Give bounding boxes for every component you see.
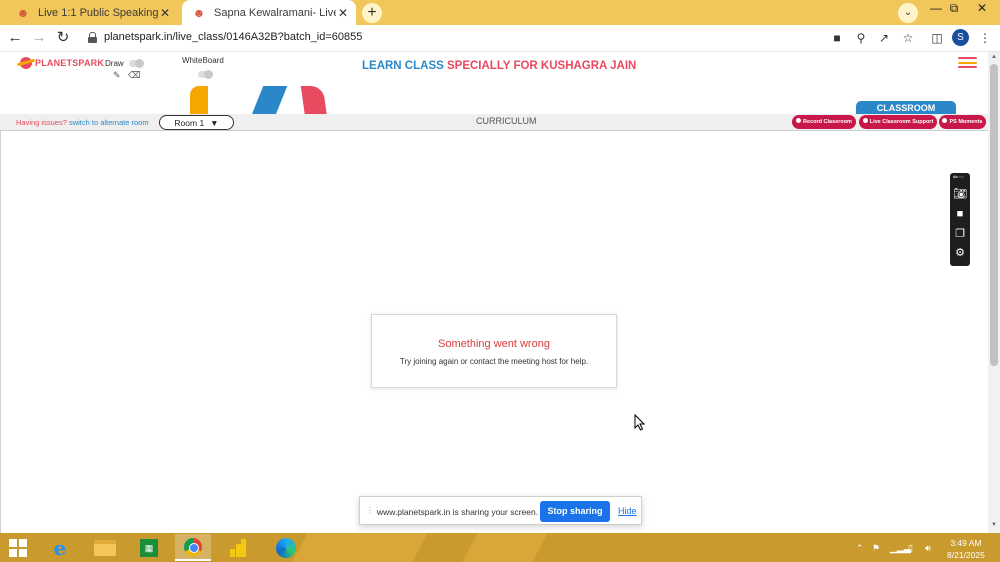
scrollbar-thumb[interactable] <box>990 64 998 366</box>
file-explorer-icon[interactable] <box>87 534 123 561</box>
record-icon <box>796 118 802 124</box>
error-message: Try joining again or contact the meeting… <box>399 357 589 366</box>
tab-curriculum[interactable]: CURRICULUM <box>476 116 537 126</box>
bookmark-star-icon[interactable]: ☆ <box>900 30 916 46</box>
minimize-icon[interactable]: — <box>926 1 946 15</box>
browser-toolbar: ← → ↻ planetspark.in/live_class/0146A32B… <box>0 25 1000 52</box>
ps-moments-label: PS Moments <box>949 119 983 125</box>
browser-tab-public-speaking[interactable]: ☻ Live 1:1 Public Speaking & Creati ✕ <box>6 0 178 25</box>
close-tab-icon[interactable]: ✕ <box>336 6 350 20</box>
lock-icon[interactable] <box>88 32 97 43</box>
decorative-arc-yellow <box>190 86 208 114</box>
stop-sharing-button[interactable]: Stop sharing <box>540 501 610 522</box>
chrome-menu-icon[interactable]: ⋮ <box>977 30 993 46</box>
back-arrow-icon[interactable]: ← <box>6 29 24 47</box>
switch-room-link[interactable]: switch to alternate room <box>69 118 149 127</box>
tab-title: Sapna Kewalramani- Live Class | L <box>214 6 336 19</box>
whiteboard-toggle[interactable] <box>198 70 213 79</box>
browser-tabstrip: ☻ Live 1:1 Public Speaking & Creati ✕ ☻ … <box>0 0 1000 25</box>
video-camera-icon[interactable]: ■ <box>953 208 967 221</box>
taskbar-clock[interactable]: 3:49 AM 8/21/2025 <box>947 537 985 561</box>
screens-icon[interactable]: ❐ <box>953 228 967 241</box>
zoom-search-icon[interactable]: ⚲ <box>853 30 869 46</box>
record-classroom-button[interactable]: Record Classroom <box>792 115 856 129</box>
eraser-icon[interactable]: ⌫ <box>128 70 141 81</box>
meeting-side-toolbar: ✏⋯ 📷︎ ■ ❐ ⚙︎ <box>950 173 970 266</box>
ps-moments-button[interactable]: PS Moments <box>939 115 986 129</box>
side-panel-icon[interactable]: ◫ <box>929 30 945 46</box>
pencil-icon[interactable]: ✎ <box>113 70 121 81</box>
share-icon[interactable]: ↗ <box>876 30 892 46</box>
windows-logo-icon <box>9 538 27 557</box>
tab-title: Live 1:1 Public Speaking & Creati <box>38 6 158 19</box>
hide-link[interactable]: Hide <box>618 506 637 516</box>
page-title: LEARN CLASS SPECIALLY FOR KUSHAGRA JAIN <box>362 60 636 72</box>
close-window-icon[interactable]: ✕ <box>972 1 992 15</box>
hamburger-menu-icon[interactable] <box>958 57 977 68</box>
clock-date: 8/21/2025 <box>947 550 985 560</box>
show-hidden-icons-icon[interactable]: ⌃ <box>856 543 864 554</box>
scroll-up-icon[interactable]: ▲ <box>990 54 998 60</box>
error-title: Something went wrong <box>438 338 550 350</box>
power-bi-icon[interactable] <box>220 534 256 561</box>
caret-down-icon: ▼ <box>210 117 219 128</box>
forward-arrow-icon[interactable]: → <box>30 29 48 47</box>
restore-icon[interactable]: ⧉ <box>944 1 964 16</box>
live-support-button[interactable]: Live Classroom Support <box>859 115 937 129</box>
planet-logo-icon <box>20 57 32 69</box>
camera-snapshot-icon[interactable]: 📷︎ <box>953 188 967 201</box>
close-tab-icon[interactable]: ✕ <box>158 6 172 20</box>
camera-in-use-icon[interactable]: ■ <box>829 30 845 46</box>
title-learn-class: LEARN CLASS <box>362 60 444 72</box>
room-select[interactable]: Room 1 ▼ <box>159 115 234 130</box>
title-student-name: SPECIALLY FOR KUSHAGRA JAIN <box>446 60 637 72</box>
moments-icon <box>942 118 948 124</box>
mouse-cursor-icon <box>634 414 645 431</box>
whiteboard-label: WhiteBoard <box>182 56 224 65</box>
live-support-label: Live Classroom Support <box>869 119 934 125</box>
reload-icon[interactable]: ↻ <box>54 29 72 47</box>
planetspark-favicon-icon: ☻ <box>192 5 206 20</box>
edge-icon[interactable] <box>268 534 304 561</box>
store-icon[interactable]: ▦ <box>131 534 167 561</box>
planetspark-favicon-icon: ☻ <box>16 5 30 20</box>
settings-gear-icon[interactable]: ⚙︎ <box>953 247 967 260</box>
error-dialog: Something went wrong Try joining again o… <box>371 314 617 388</box>
sharing-message: www.planetspark.in is sharing your scree… <box>377 507 539 517</box>
tab-search-chevron-icon[interactable]: ⌄ <box>898 3 918 23</box>
clock-time: 3:49 AM <box>950 538 982 548</box>
screen-sharing-bar: ⋮⋮ www.planetspark.in is sharing your sc… <box>359 496 642 525</box>
address-bar-url[interactable]: planetspark.in/live_class/0146A32B?batch… <box>104 31 362 43</box>
room-select-value: Room 1 <box>174 117 205 128</box>
more-options-icon[interactable]: ✏⋯ <box>953 175 964 181</box>
issues-text: Having issues? <box>16 118 67 127</box>
draw-toggle[interactable] <box>129 59 144 68</box>
volume-icon[interactable]: 🔊︎ <box>925 543 931 554</box>
page-scrollbar[interactable]: ▲ ▼ <box>988 52 1000 533</box>
start-button[interactable] <box>0 534 36 561</box>
draw-label: Draw <box>105 59 124 68</box>
record-classroom-label: Record Classroom <box>803 119 852 125</box>
action-flag-icon[interactable]: ⚑ <box>872 543 880 554</box>
profile-avatar[interactable]: S <box>952 29 969 46</box>
battery-icon[interactable]: ▯ <box>908 543 913 554</box>
browser-tab-live-class[interactable]: ☻ Sapna Kewalramani- Live Class | L ✕ <box>182 0 356 25</box>
planetspark-logo[interactable]: PLANETSPARK <box>20 57 104 69</box>
support-icon <box>862 118 868 124</box>
new-tab-button[interactable]: + <box>362 3 382 23</box>
brand-name: PLANETSPARK <box>35 58 105 68</box>
chrome-taskbar-icon[interactable] <box>175 534 211 561</box>
scroll-down-icon[interactable]: ▼ <box>990 522 998 528</box>
internet-explorer-icon[interactable]: e <box>42 534 78 561</box>
issues-notice: Having issues? switch to alternate room <box>16 118 149 127</box>
